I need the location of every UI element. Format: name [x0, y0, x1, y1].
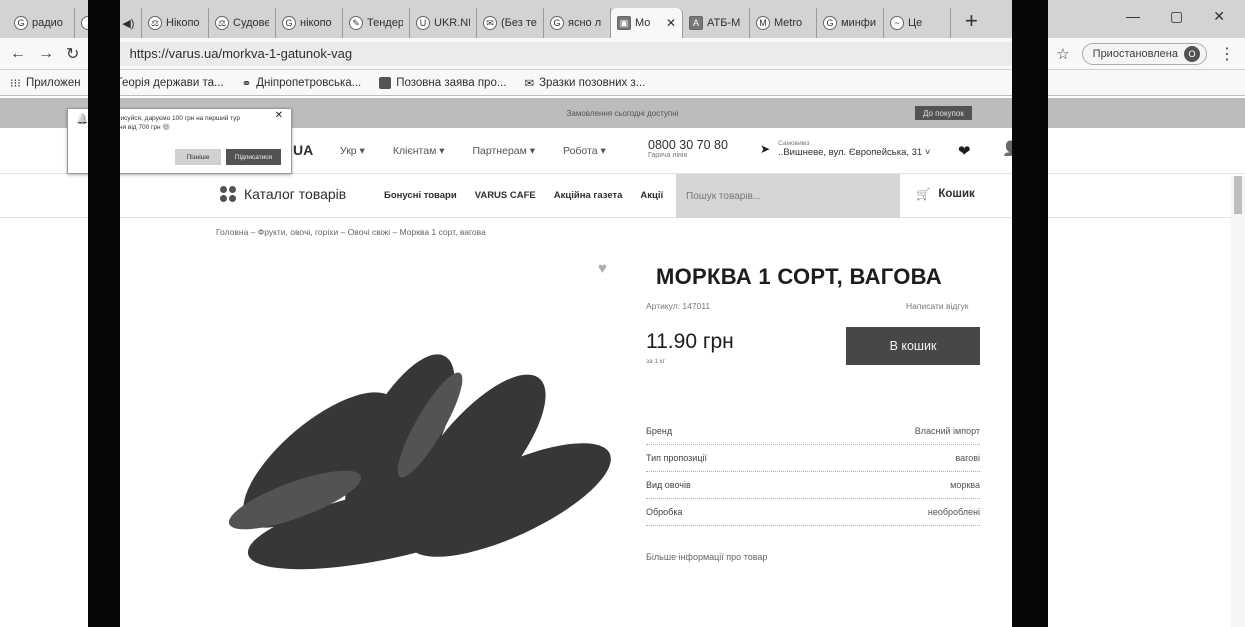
add-to-cart-button[interactable]: В кошик [846, 327, 980, 365]
bookmark-star-icon[interactable]: ☆ [1056, 45, 1069, 63]
scales-icon: ⚖ [215, 16, 229, 30]
bell-icon: 🔔 [76, 114, 89, 125]
price-unit: за 1 кг [646, 358, 666, 365]
spec-table: Бренд Власний імпорт Тип пропозиції вагові… [646, 418, 980, 526]
wishlist-heart-icon[interactable]: ❤ [958, 142, 971, 160]
write-review-link[interactable]: Написати відгук [906, 301, 968, 311]
tab[interactable]: M Metro [750, 8, 817, 38]
tab[interactable]: A АТБ-М [683, 8, 750, 38]
catalog-button[interactable]: Каталог товарів [220, 186, 346, 202]
tab[interactable]: ⚖ Судове [209, 8, 276, 38]
tab[interactable]: Gнікопо [276, 8, 343, 38]
product-title: МОРКВА 1 СОРТ, ВАГОВА [656, 264, 942, 289]
spec-row: Вид овочів морква [646, 472, 980, 499]
atb-icon: A [689, 16, 703, 30]
doc-icon: ✉ [524, 77, 535, 90]
tab[interactable]: Gрадио [8, 8, 75, 38]
apps-grid-icon: ⁝⁝⁝ [10, 77, 21, 90]
more-info-link[interactable]: Більше інформації про товар [646, 552, 767, 562]
tab[interactable]: ✎ Тендер [343, 8, 410, 38]
profile-button[interactable]: Приостановлена О [1081, 42, 1207, 65]
catalog-grid-icon [220, 186, 236, 202]
close-window-icon[interactable]: ✕ [1213, 8, 1225, 30]
bookmark-item[interactable]: ✉ Зразки позовних з... [524, 76, 645, 90]
nav-clients[interactable]: Клієнтам ▾ [393, 145, 445, 157]
window-controls: — ▢ ✕ [1126, 0, 1245, 30]
google-icon: G [823, 16, 837, 30]
site-logo[interactable]: UA [293, 142, 313, 158]
tab-strip: Gрадио ите. ◀) ⚖Нікопо ⚖Судове Gнікопо ✎… [0, 0, 1245, 38]
tab[interactable]: Gясно л [544, 8, 611, 38]
tab[interactable]: ~ Це [884, 8, 951, 38]
tab-active[interactable]: ▣ Мо ✕ [611, 8, 683, 38]
hotline[interactable]: 0800 30 70 80 Гаряча лінія [648, 138, 728, 159]
product-image [228, 354, 611, 570]
catalog-links: Бонусні товари VARUS CAFE Акційна газета… [384, 190, 663, 201]
breadcrumb[interactable]: Головна – Фрукти, овочі, горіхи – Овочі … [216, 227, 486, 237]
browser-window: Gрадио ите. ◀) ⚖Нікопо ⚖Судове Gнікопо ✎… [0, 0, 1245, 627]
forward-icon[interactable]: → [38, 45, 54, 63]
close-icon[interactable]: ✕ [275, 110, 283, 121]
spec-row: Бренд Власний імпорт [646, 418, 980, 445]
close-tab-icon[interactable]: ✕ [666, 16, 676, 30]
search-input[interactable]: Пошук товарів... [676, 174, 900, 218]
favorite-heart-icon[interactable]: ♥ [598, 260, 607, 277]
avatar: О [1184, 45, 1200, 62]
back-icon[interactable]: ← [10, 45, 26, 63]
minimize-icon[interactable]: — [1126, 8, 1140, 30]
link-icon: ⚭ [241, 77, 252, 90]
link-varus-cafe[interactable]: VARUS CAFE [475, 190, 536, 201]
product-sku: Артикул: 147011 [646, 301, 711, 311]
scales-icon: ⚖ [148, 16, 162, 30]
bookmark-item[interactable]: Позовна заява про... [379, 76, 506, 89]
tab[interactable]: Gминфи [817, 8, 884, 38]
tab[interactable]: ⚖ Нікопо [142, 8, 209, 38]
product-price: 11.90 грн [646, 330, 734, 353]
spec-row: Обробка необроблені [646, 499, 980, 526]
delivery-location[interactable]: ➤ Самовивіз ..Вишневе, вул. Європейська,… [760, 140, 930, 158]
cart-button[interactable]: 🛒 Кошик [916, 187, 975, 201]
spec-row: Тип пропозиції вагові [646, 445, 980, 472]
catalog-bar: Каталог товарів Бонусні товари VARUS CAF… [0, 174, 1245, 218]
nav-partners[interactable]: Партнерам ▾ [473, 145, 536, 157]
url-text: https://varus.ua/morkva-1-gatunok-vag [129, 46, 353, 61]
scan-artifact-stripe [88, 0, 120, 627]
nav-jobs[interactable]: Робота ▾ [563, 145, 606, 157]
doc-icon [379, 76, 392, 89]
nav-language[interactable]: Укр ▾ [340, 145, 365, 157]
scan-artifact-stripe [1012, 0, 1048, 627]
restore-icon[interactable]: ▢ [1170, 8, 1183, 30]
address-bar: ← → ↻ 🔒 https://varus.ua/morkva-1-gatuno… [0, 38, 1245, 70]
google-icon: G [282, 16, 296, 30]
page-icon: ~ [890, 16, 904, 30]
ukrnet-icon: U [416, 16, 430, 30]
link-promotions[interactable]: Акції [640, 190, 663, 201]
bookmark-apps[interactable]: ⁝⁝⁝ Приложен [10, 76, 81, 90]
header-nav: Укр ▾ Клієнтам ▾ Партнерам ▾ Робота ▾ [340, 145, 606, 157]
link-promo-newspaper[interactable]: Акційна газета [554, 190, 623, 201]
location-arrow-icon: ➤ [760, 142, 771, 156]
page-scrollbar[interactable] [1231, 176, 1245, 627]
url-field[interactable]: 🔒 https://varus.ua/morkva-1-gatunok-vag [91, 41, 1045, 66]
subscribe-button[interactable]: Підписатися [226, 149, 281, 165]
shop-button[interactable]: До покупок [915, 106, 972, 120]
mail-icon: ✉ [483, 16, 497, 30]
reload-icon[interactable]: ↻ [66, 44, 79, 64]
tab[interactable]: ✉ (Без те [477, 8, 544, 38]
pen-icon: ✎ [349, 16, 363, 30]
metro-icon: M [756, 16, 770, 30]
tab[interactable]: UUKR.NE [410, 8, 477, 38]
menu-icon[interactable]: ⋮ [1219, 44, 1235, 64]
later-button[interactable]: Пізніше [175, 149, 221, 165]
bookmark-item[interactable]: ⚭ Дніпропетровська... [242, 76, 362, 90]
bookmarks-bar: ⁝⁝⁝ Приложен Теорія держави та... ⚭ Дніпро… [0, 70, 1245, 96]
new-tab-button[interactable]: + [951, 8, 992, 38]
varus-icon: ▣ [617, 16, 631, 30]
cart-icon: 🛒 [916, 189, 931, 201]
google-icon: G [550, 16, 564, 30]
link-bonus-products[interactable]: Бонусні товари [384, 190, 457, 201]
google-icon: G [14, 16, 28, 30]
